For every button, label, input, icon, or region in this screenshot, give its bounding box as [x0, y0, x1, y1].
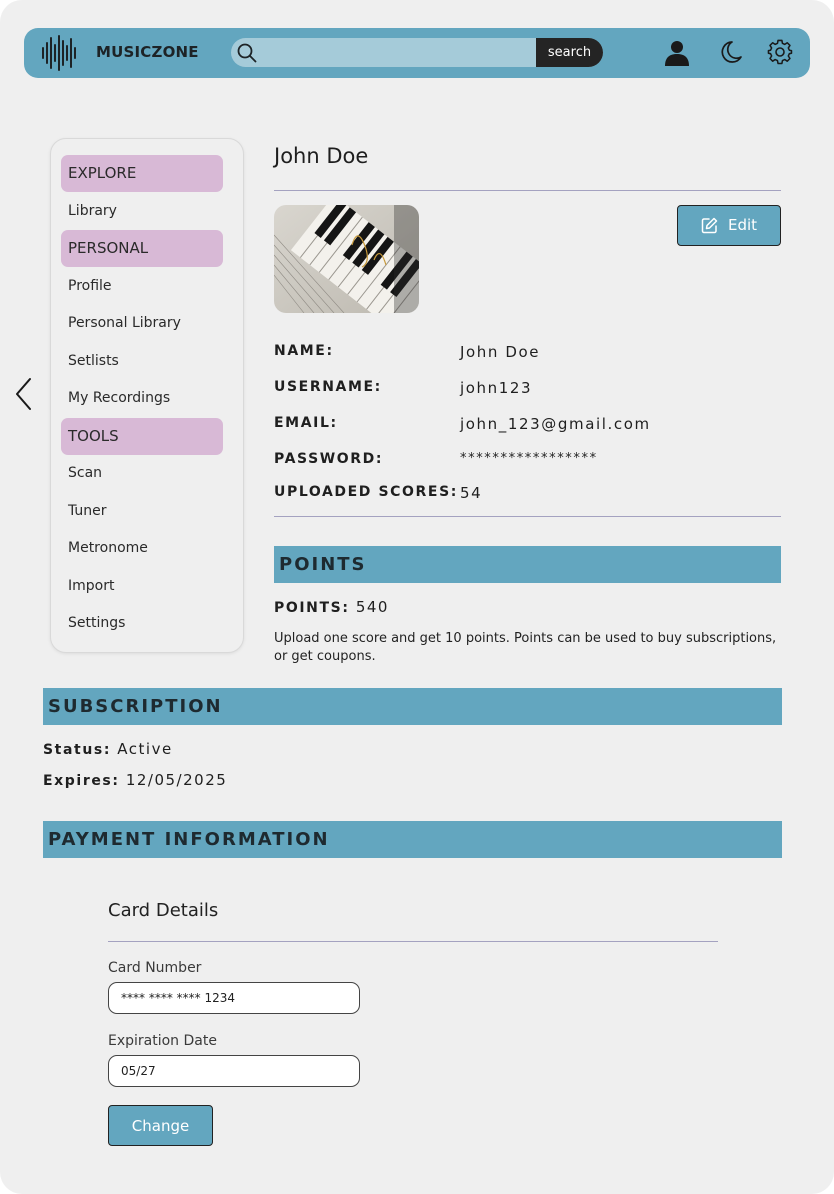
search-icon [237, 43, 257, 63]
password-value: ***************** [460, 451, 598, 466]
sidebar-item-metronome[interactable]: Metronome [61, 530, 223, 567]
edit-icon [701, 217, 718, 234]
edit-button-label: Edit [728, 216, 758, 234]
search-button[interactable]: search [536, 38, 603, 67]
points-value: 540 [355, 598, 389, 616]
expires-value: 12/05/2025 [125, 771, 228, 789]
card-details-heading: Card Details [108, 900, 219, 921]
points-summary: POINTS: 540 [274, 598, 389, 616]
edit-profile-button[interactable]: Edit [677, 205, 781, 246]
status-label: Status: [43, 742, 112, 758]
uploaded-scores-label: UPLOADED SCORES: [274, 484, 458, 500]
app-frame: MUSICZONE search EXPLORE Library PERSONA… [0, 0, 834, 1194]
subscription-status: Status: Active [43, 740, 173, 758]
uploaded-scores-value: 54 [460, 484, 483, 502]
search-input[interactable] [261, 41, 531, 64]
subscription-expiry: Expires: 12/05/2025 [43, 771, 227, 789]
status-value: Active [117, 740, 173, 758]
moon-icon[interactable] [719, 39, 743, 65]
brand-name: MUSICZONE [96, 43, 199, 61]
sidebar-section-explore: EXPLORE [61, 155, 223, 192]
sound-wave-logo-icon[interactable] [40, 34, 78, 72]
payment-section-title: PAYMENT INFORMATION [48, 829, 330, 850]
profile-picture[interactable] [274, 205, 419, 313]
points-description: Upload one score and get 10 points. Poin… [274, 631, 777, 664]
user-icon[interactable] [664, 39, 690, 67]
sidebar-item-library[interactable]: Library [61, 193, 223, 230]
sidebar-nav: EXPLORE Library PERSONAL Profile Persona… [50, 138, 244, 653]
sidebar-item-settings[interactable]: Settings [61, 605, 223, 642]
username-label: USERNAME: [274, 379, 382, 395]
expires-label: Expires: [43, 773, 120, 789]
divider [274, 516, 781, 517]
points-section-title: POINTS [279, 554, 367, 575]
sidebar-item-scan[interactable]: Scan [61, 455, 223, 492]
sidebar-item-personal-library[interactable]: Personal Library [61, 305, 223, 342]
email-value: john_123@gmail.com [460, 415, 651, 433]
sidebar-item-import[interactable]: Import [61, 568, 223, 605]
payment-section-header: PAYMENT INFORMATION [43, 821, 782, 858]
name-label: NAME: [274, 343, 334, 359]
sidebar-section-tools: TOOLS [61, 418, 223, 455]
name-value: John Doe [460, 343, 541, 361]
sidebar-section-personal: PERSONAL [61, 230, 223, 267]
profile-name-heading: John Doe [274, 144, 369, 168]
sidebar-item-profile[interactable]: Profile [61, 268, 223, 305]
back-chevron-icon[interactable] [13, 377, 35, 411]
points-section-header: POINTS [274, 546, 781, 583]
top-navbar: MUSICZONE search [24, 28, 810, 78]
sidebar-item-my-recordings[interactable]: My Recordings [61, 380, 223, 417]
expiration-date-input[interactable] [108, 1055, 360, 1087]
card-number-label: Card Number [108, 960, 202, 976]
change-payment-button[interactable]: Change [108, 1105, 213, 1146]
search-bar: search [231, 38, 603, 67]
subscription-section-title: SUBSCRIPTION [48, 696, 223, 717]
points-label: POINTS: [274, 600, 350, 616]
password-label: PASSWORD: [274, 451, 384, 467]
username-value: john123 [460, 379, 533, 397]
gear-icon[interactable] [767, 39, 793, 65]
subscription-section-header: SUBSCRIPTION [43, 688, 782, 725]
divider [108, 941, 718, 942]
sidebar-item-tuner[interactable]: Tuner [61, 493, 223, 530]
email-label: EMAIL: [274, 415, 338, 431]
divider [274, 190, 781, 191]
card-number-input[interactable] [108, 982, 360, 1014]
expiration-date-label: Expiration Date [108, 1033, 217, 1049]
sidebar-item-setlists[interactable]: Setlists [61, 343, 223, 380]
